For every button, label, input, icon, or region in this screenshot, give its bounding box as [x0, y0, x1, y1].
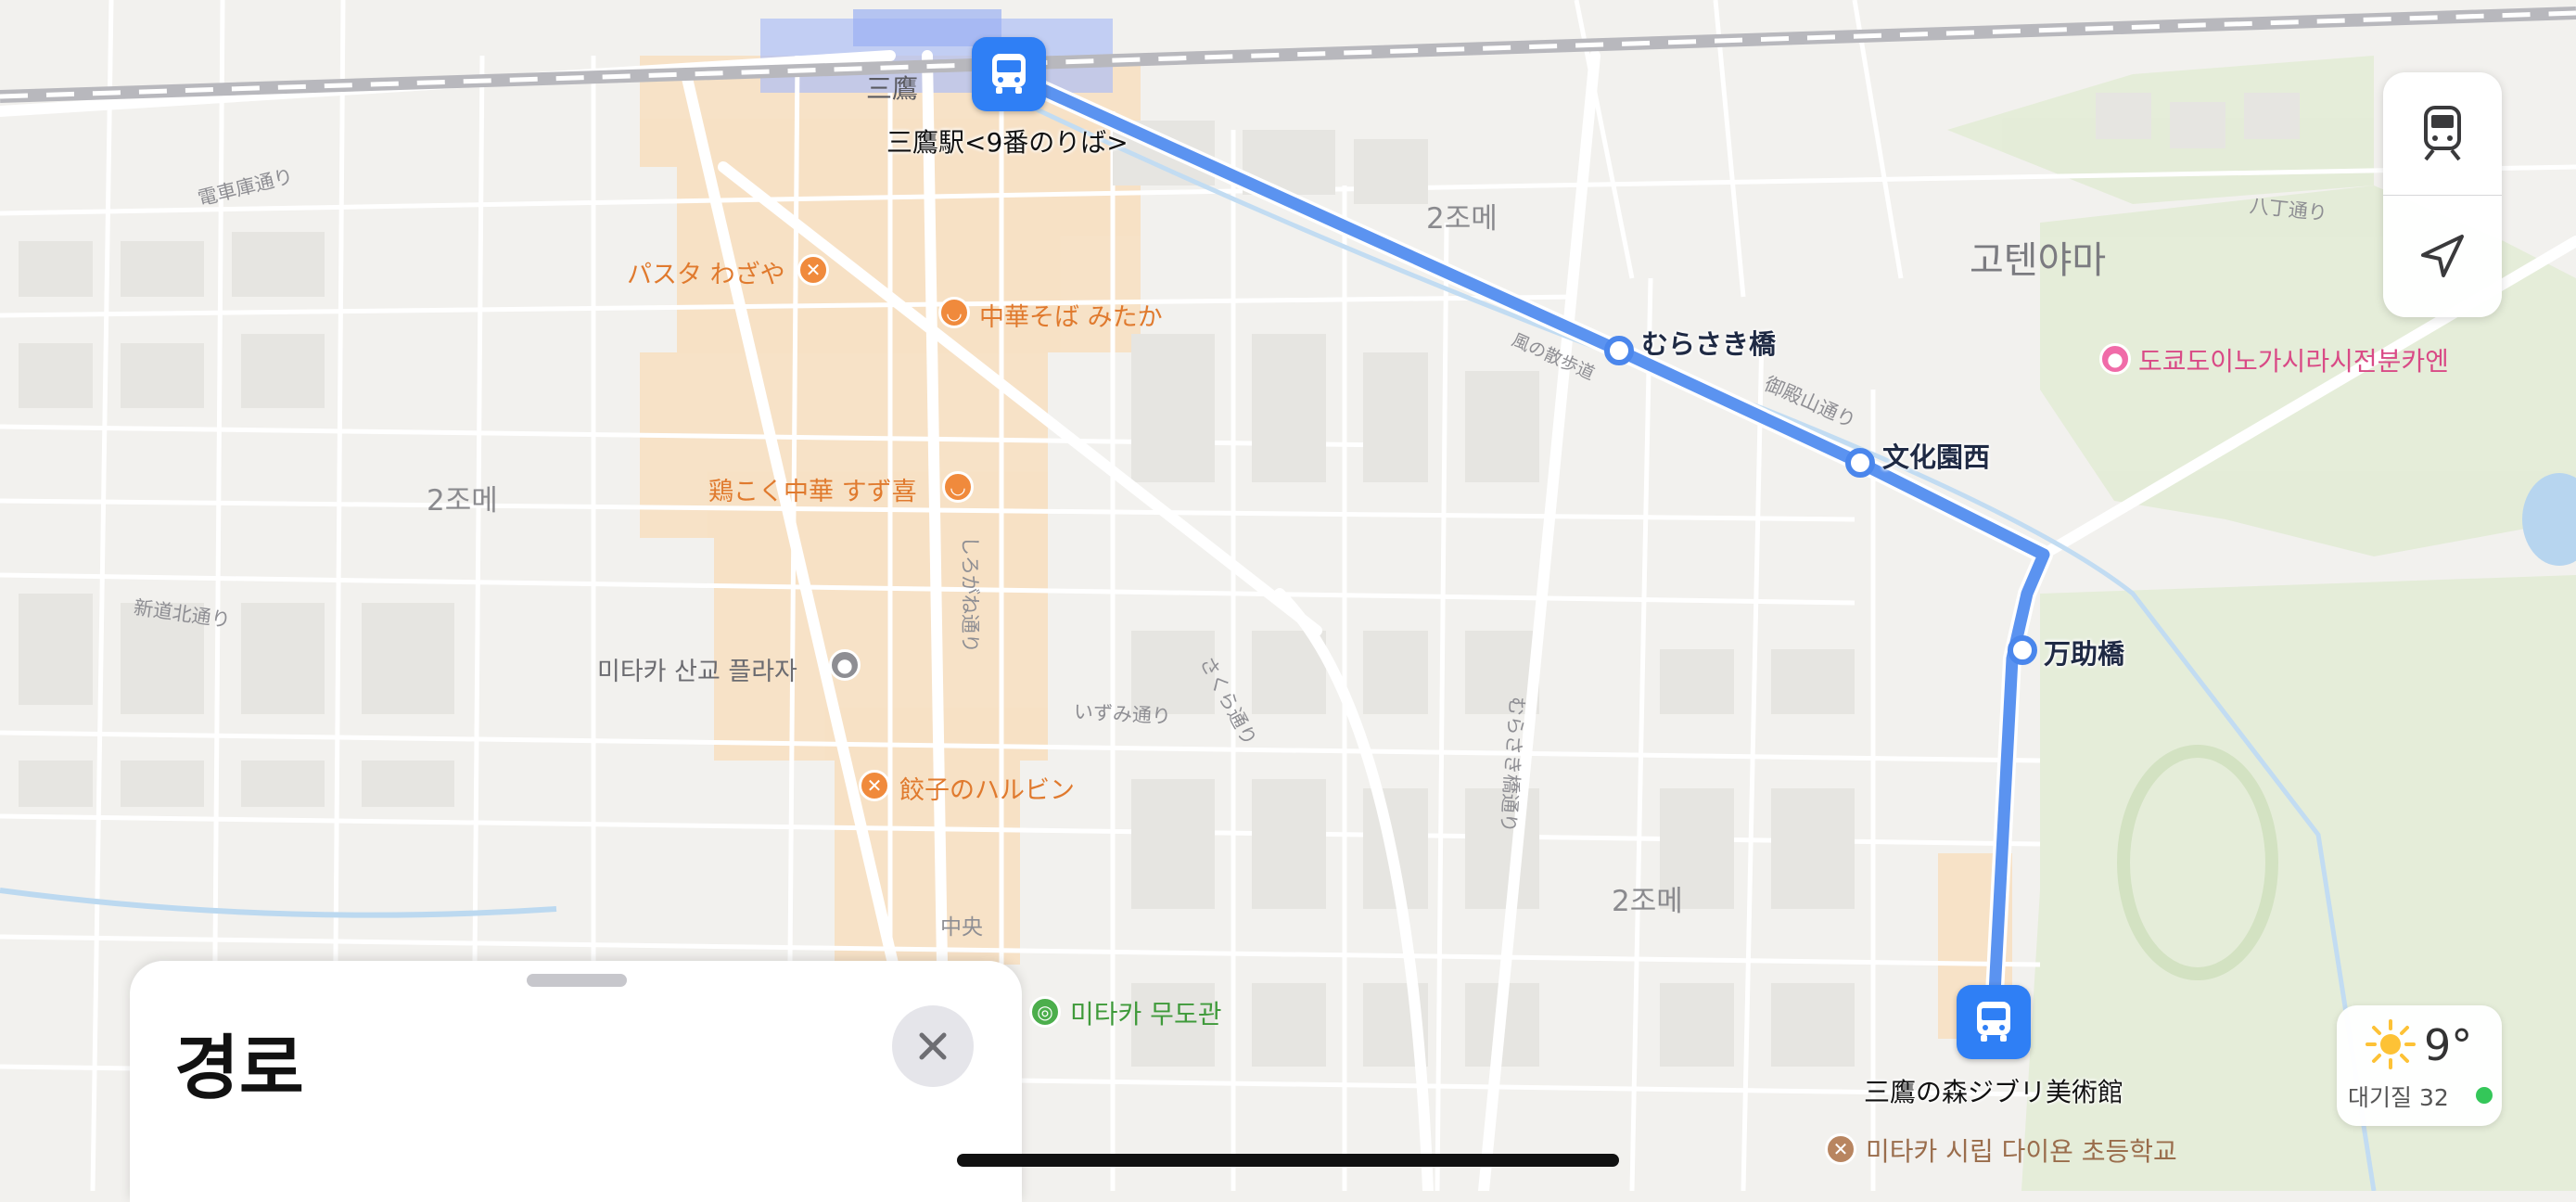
district-label: 2조메 [1426, 202, 1498, 236]
bus-icon [992, 54, 1026, 94]
current-location-button[interactable] [2383, 195, 2502, 317]
area-label: 고텐야마 [1970, 239, 2107, 282]
poi-label[interactable]: 미타카 산교 플라자 [597, 651, 797, 687]
fork-knife-icon[interactable]: ✕ [859, 770, 890, 801]
dot-icon[interactable]: ● [829, 649, 861, 681]
stop-dot-bunkaennishi [1845, 448, 1875, 478]
noodle-bowl-icon[interactable]: ◡ [938, 297, 970, 328]
start-bus-marker[interactable] [972, 37, 1046, 111]
temperature: 9° [2424, 1020, 2473, 1070]
sheet-grabber[interactable] [527, 974, 627, 987]
stop-label-bunkaennishi[interactable]: 文化園西 [1882, 436, 1990, 475]
stop-dot-murasakibashi [1604, 336, 1634, 365]
fork-knife-icon[interactable]: ✕ [797, 254, 829, 286]
poi-label[interactable]: 도쿄도이노가시라시전분카엔 [2138, 341, 2449, 378]
bus-icon [1977, 1002, 2010, 1042]
weather-widget[interactable]: 9° 대기질 32 [2337, 1005, 2502, 1126]
end-bus-marker[interactable] [1957, 985, 2031, 1059]
stop-label-murasakibashi[interactable]: むらさき橋 [1641, 323, 1776, 362]
station-area-label: 三鷹 [866, 73, 919, 104]
start-stop-label[interactable]: 三鷹駅<9番のりば> [886, 122, 1129, 160]
street-label: いずみ通り [1073, 700, 1172, 728]
poi-label[interactable]: 미타카 시립 다이욘 초등학교 [1866, 1132, 2177, 1169]
home-indicator[interactable] [957, 1154, 1619, 1167]
stop-dot-mansukebashi [2008, 635, 2037, 665]
school-icon[interactable]: ✕ [1825, 1133, 1856, 1165]
elephant-icon[interactable]: ● [2099, 343, 2131, 375]
poi-label[interactable]: 鶏こく中華 すず喜 [708, 471, 917, 507]
sun-icon [2366, 1019, 2416, 1069]
district-label: 2조메 [427, 484, 498, 518]
aqi-indicator [2476, 1087, 2493, 1104]
train-icon [2424, 106, 2461, 161]
street-label: 中央 [940, 915, 983, 940]
sheet-title: 경로 [174, 1027, 304, 1109]
route-sheet[interactable]: 경로 [130, 961, 1022, 1202]
poi-label[interactable]: 미타카 무도관 [1070, 994, 1221, 1031]
district-label: 2조메 [1612, 885, 1683, 918]
air-quality-label: 대기질 32 [2348, 1084, 2449, 1111]
close-icon [919, 1032, 947, 1060]
map-controls [2383, 72, 2502, 317]
poi-label[interactable]: 餃子のハルビン [899, 770, 1075, 806]
location-arrow-icon [2421, 235, 2464, 277]
end-stop-label[interactable]: 三鷹の森ジブリ美術館 [1864, 1072, 2123, 1109]
poi-label[interactable]: パスタ わざや [627, 254, 785, 290]
stop-label-mansukebashi[interactable]: 万助橋 [2044, 633, 2124, 671]
street-label: しろがね通り [959, 536, 981, 653]
transit-mode-button[interactable] [2383, 72, 2502, 195]
sports-icon[interactable]: ◎ [1029, 996, 1061, 1028]
noodle-bowl-icon[interactable]: ◡ [942, 471, 974, 503]
close-button[interactable] [892, 1005, 974, 1087]
poi-label[interactable]: 中華そば みたか [979, 297, 1163, 333]
